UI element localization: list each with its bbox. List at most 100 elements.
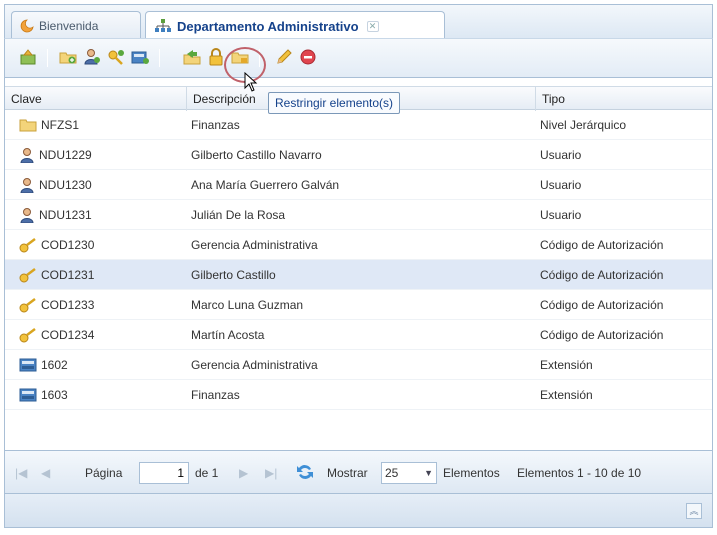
- cell-descripcion: Finanzas: [191, 118, 240, 132]
- move-element-button[interactable]: [181, 47, 203, 69]
- table-row-selected[interactable]: COD1231 Gilberto Castillo Código de Auto…: [5, 260, 712, 290]
- cell-clave: COD1234: [41, 328, 95, 342]
- table-row[interactable]: COD1234 Martín Acosta Código de Autoriza…: [5, 320, 712, 350]
- page-size-value: 25: [385, 466, 399, 480]
- column-header-tipo[interactable]: Tipo: [536, 87, 712, 111]
- add-extension-icon: [131, 48, 149, 69]
- page-size-select[interactable]: 25 ▼: [381, 462, 437, 484]
- lock-icon: [207, 47, 225, 69]
- cell-tipo: Extensión: [540, 358, 593, 372]
- add-user-icon: [83, 48, 101, 69]
- first-page-icon: |◀: [15, 466, 28, 480]
- unrestrict-element-button[interactable]: [229, 47, 251, 69]
- cell-clave: 1602: [41, 358, 68, 372]
- tab-bienvenida-label: Bienvenida: [39, 18, 99, 33]
- key-icon: [19, 237, 37, 253]
- phone-extension-icon: [19, 387, 37, 403]
- refresh-button[interactable]: [295, 451, 315, 493]
- cell-clave: 1603: [41, 388, 68, 402]
- cell-clave: NDU1229: [39, 148, 92, 162]
- export-button[interactable]: [17, 47, 39, 69]
- add-folder-icon: [59, 48, 77, 69]
- toolbar: [4, 38, 713, 78]
- tooltip-restringir: Restringir elemento(s): [268, 92, 401, 114]
- last-page-button[interactable]: ▶|: [265, 451, 278, 493]
- column-header-clave[interactable]: Clave: [5, 87, 187, 111]
- key-icon: [19, 327, 37, 343]
- cell-clave: NDU1230: [39, 178, 92, 192]
- page-of-label: de 1: [195, 466, 219, 480]
- cell-clave: NFZS1: [41, 118, 80, 132]
- close-tab-icon[interactable]: ✕: [366, 20, 379, 32]
- table-row[interactable]: NDU1231 Julián De la Rosa Usuario: [5, 200, 712, 230]
- cell-descripcion: Gilberto Castillo: [191, 268, 276, 282]
- tab-bienvenida[interactable]: Bienvenida: [11, 11, 141, 39]
- table-row[interactable]: NDU1229 Gilberto Castillo Navarro Usuari…: [5, 140, 712, 170]
- elements-label: Elementos: [443, 466, 500, 480]
- cell-tipo: Usuario: [540, 178, 582, 192]
- add-user-button[interactable]: [81, 47, 103, 69]
- cell-descripcion: Marco Luna Guzman: [191, 298, 304, 312]
- cell-tipo: Usuario: [540, 148, 582, 162]
- table-row[interactable]: NDU1230 Ana María Guerrero Galván Usuari…: [5, 170, 712, 200]
- user-icon: [19, 177, 35, 193]
- cell-tipo: Nivel Jerárquico: [540, 118, 627, 132]
- prev-page-icon: ◀: [41, 466, 51, 480]
- user-icon: [19, 207, 35, 223]
- next-page-icon: ▶: [239, 466, 249, 480]
- collapse-icon[interactable]: ︽: [686, 503, 702, 519]
- moon-icon: [20, 19, 34, 33]
- folder-lock-icon: [231, 48, 249, 69]
- cell-descripcion: Finanzas: [191, 388, 240, 402]
- org-chart-icon: [154, 18, 172, 34]
- move-icon: [183, 48, 201, 69]
- table-row[interactable]: COD1233 Marco Luna Guzman Código de Auto…: [5, 290, 712, 320]
- cell-tipo: Código de Autorización: [540, 298, 664, 312]
- pencil-icon: [275, 48, 293, 69]
- table-row[interactable]: 1602 Gerencia Administrativa Extensión: [5, 350, 712, 380]
- elements-grid: Clave Descripción Tipo NFZS1 Finanzas Ni…: [4, 78, 713, 450]
- cell-clave: NDU1231: [39, 208, 92, 222]
- cell-descripcion: Martín Acosta: [191, 328, 265, 342]
- table-row[interactable]: COD1230 Gerencia Administrativa Código d…: [5, 230, 712, 260]
- cell-tipo: Código de Autorización: [540, 268, 664, 282]
- cell-clave: COD1230: [41, 238, 95, 252]
- cell-clave: COD1233: [41, 298, 95, 312]
- refresh-icon: [295, 462, 315, 485]
- edit-button[interactable]: [273, 47, 295, 69]
- next-page-button[interactable]: ▶: [239, 451, 249, 493]
- table-row[interactable]: NFZS1 Finanzas Nivel Jerárquico: [5, 110, 712, 140]
- prev-page-button[interactable]: ◀: [41, 451, 51, 493]
- last-page-icon: ▶|: [265, 466, 278, 480]
- delete-button[interactable]: [297, 47, 319, 69]
- restrict-element-button[interactable]: [205, 47, 227, 69]
- tab-departamento-label: Departamento Administrativo: [177, 18, 359, 34]
- page-label: Página: [85, 466, 123, 480]
- first-page-button[interactable]: |◀: [15, 451, 28, 493]
- folder-icon: [19, 117, 37, 133]
- table-row[interactable]: 1603 Finanzas Extensión: [5, 380, 712, 410]
- key-icon: [19, 297, 37, 313]
- show-label: Mostrar: [327, 466, 368, 480]
- paging-summary: Elementos 1 - 10 de 10: [517, 466, 642, 480]
- tab-departamento-administrativo[interactable]: Departamento Administrativo ✕: [145, 11, 445, 40]
- cell-tipo: Extensión: [540, 388, 593, 402]
- tab-strip: Bienvenida Departamento Administrativo ✕: [4, 4, 713, 40]
- cell-descripcion: Gilberto Castillo Navarro: [191, 148, 322, 162]
- cell-tipo: Código de Autorización: [540, 238, 664, 252]
- add-key-icon: [107, 48, 125, 69]
- export-icon: [19, 48, 37, 69]
- cell-descripcion: Gerencia Administrativa: [191, 238, 318, 252]
- cell-tipo: Usuario: [540, 208, 582, 222]
- add-extension-button[interactable]: [129, 47, 151, 69]
- cell-clave: COD1231: [41, 268, 95, 282]
- user-icon: [19, 147, 35, 163]
- cell-tipo: Código de Autorización: [540, 328, 664, 342]
- paging-toolbar: |◀ ◀ Página de 1 ▶ ▶| Mostrar 25 ▼ Eleme…: [4, 450, 713, 494]
- add-key-button[interactable]: [105, 47, 127, 69]
- page-number-input[interactable]: [139, 462, 189, 484]
- panel-footer: ︽: [4, 494, 713, 528]
- add-folder-button[interactable]: [57, 47, 79, 69]
- phone-extension-icon: [19, 357, 37, 373]
- cell-descripcion: Julián De la Rosa: [191, 208, 286, 222]
